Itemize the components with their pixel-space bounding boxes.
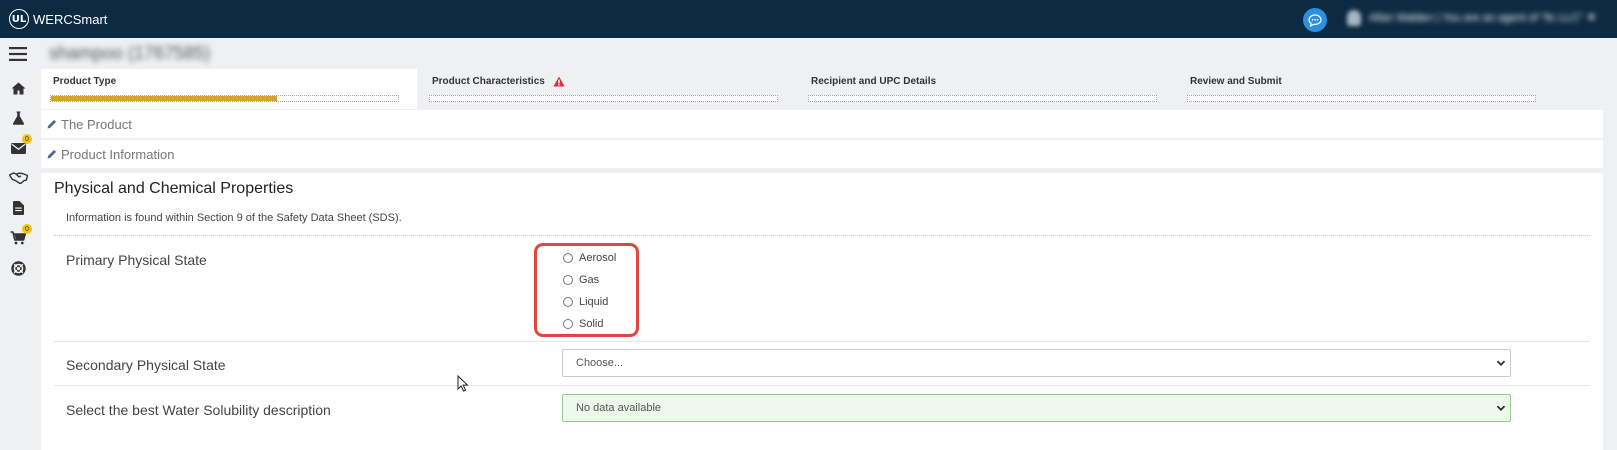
flask-icon xyxy=(12,111,24,125)
primary-physical-state-radio-group: Aerosol Gas Liquid Solid xyxy=(534,243,639,337)
radio-button[interactable] xyxy=(563,297,573,307)
step-label: Recipient and UPC Details xyxy=(811,76,937,87)
primary-physical-state-label: Primary Physical State xyxy=(66,252,207,268)
step-product-type[interactable]: Product Type xyxy=(41,69,417,109)
sidebar-item-cart[interactable]: 0 xyxy=(7,224,32,248)
page-title: shampoo (1767585) xyxy=(49,43,211,63)
radio-button[interactable] xyxy=(563,253,573,263)
step-progress-bar xyxy=(1187,95,1536,102)
physical-chemical-properties-section: Physical and Chemical Properties Informa… xyxy=(41,173,1603,450)
step-product-characteristics[interactable]: Product Characteristics xyxy=(420,69,796,109)
pencil-icon xyxy=(47,119,57,129)
chat-button[interactable] xyxy=(1303,8,1327,32)
chevron-down-icon xyxy=(1496,403,1506,413)
step-label-with-warning: Product Characteristics xyxy=(432,76,565,87)
sidebar-item-home[interactable] xyxy=(7,78,29,98)
divider xyxy=(54,235,1590,236)
secondary-physical-state-select[interactable]: Choose... xyxy=(562,349,1511,377)
step-progress-fill xyxy=(51,96,277,101)
step-progress-bar xyxy=(429,95,778,102)
sidebar-item-messages[interactable]: 0 xyxy=(7,134,32,158)
sidebar-item-documents[interactable] xyxy=(7,198,29,218)
user-menu[interactable]: Allan Walden | You are an agent of "ltc … xyxy=(1347,10,1597,26)
document-icon xyxy=(12,201,24,215)
step-review-submit[interactable]: Review and Submit xyxy=(1178,69,1554,109)
radio-aerosol[interactable]: Aerosol xyxy=(563,252,616,264)
select-value: Choose... xyxy=(576,357,624,369)
mail-icon xyxy=(10,142,26,154)
sidebar-item-partners[interactable] xyxy=(7,168,29,188)
warning-icon xyxy=(553,76,565,87)
panel-the-product[interactable]: The Product xyxy=(41,110,1603,138)
panel-title: The Product xyxy=(61,116,132,132)
step-label-text: Product Characteristics xyxy=(432,76,545,87)
panel-product-information[interactable]: Product Information xyxy=(41,140,1603,168)
mouse-cursor-icon xyxy=(457,375,469,392)
radio-liquid[interactable]: Liquid xyxy=(563,296,608,308)
step-label: Product Type xyxy=(53,76,117,87)
user-name: Allan Walden | You are an agent of "ltc … xyxy=(1369,12,1597,24)
step-progress-bar xyxy=(50,95,399,102)
handshake-icon xyxy=(8,172,28,184)
ul-logo-icon: UL xyxy=(9,9,29,29)
lifebuoy-icon xyxy=(10,260,26,276)
radio-solid[interactable]: Solid xyxy=(563,318,603,330)
messages-badge: 0 xyxy=(22,134,32,144)
chevron-down-icon xyxy=(1496,358,1506,368)
user-avatar-icon xyxy=(1347,10,1361,26)
left-sidebar: 0 0 xyxy=(0,38,37,450)
radio-label: Solid xyxy=(579,318,604,330)
sidebar-item-lab[interactable] xyxy=(7,108,29,128)
sidebar-item-support[interactable] xyxy=(7,258,29,278)
step-recipient-upc[interactable]: Recipient and UPC Details xyxy=(799,69,1175,109)
radio-label: Gas xyxy=(579,274,600,286)
radio-button[interactable] xyxy=(563,275,573,285)
app-logo[interactable]: UL WERCSmart xyxy=(9,9,107,29)
cart-badge: 0 xyxy=(22,224,32,234)
section-info-text: Information is found within Section 9 of… xyxy=(66,212,402,224)
sidebar-item-menu[interactable] xyxy=(7,44,29,64)
progress-stepper: Product Type Product Characteristics Rec… xyxy=(41,69,1603,109)
radio-label: Aerosol xyxy=(579,252,617,264)
radio-gas[interactable]: Gas xyxy=(563,274,599,286)
top-bar: UL WERCSmart Allan Walden | You are an a… xyxy=(0,0,1617,38)
menu-icon xyxy=(9,47,27,61)
panel-title: Product Information xyxy=(61,146,175,162)
radio-label: Liquid xyxy=(579,296,609,308)
secondary-physical-state-label: Secondary Physical State xyxy=(66,357,226,373)
step-progress-bar xyxy=(808,95,1157,102)
divider xyxy=(54,341,1590,342)
chat-bubble-icon xyxy=(1308,13,1322,27)
pencil-icon xyxy=(47,149,57,159)
water-solubility-select[interactable]: No data available xyxy=(562,394,1511,422)
radio-button[interactable] xyxy=(563,319,573,329)
select-value: No data available xyxy=(576,402,662,414)
app-title: WERCSmart xyxy=(33,11,108,27)
water-solubility-label: Select the best Water Solubility descrip… xyxy=(66,402,331,418)
step-label: Review and Submit xyxy=(1190,76,1282,87)
home-icon xyxy=(11,82,25,94)
section-title: Physical and Chemical Properties xyxy=(54,180,294,197)
divider xyxy=(54,385,1590,386)
